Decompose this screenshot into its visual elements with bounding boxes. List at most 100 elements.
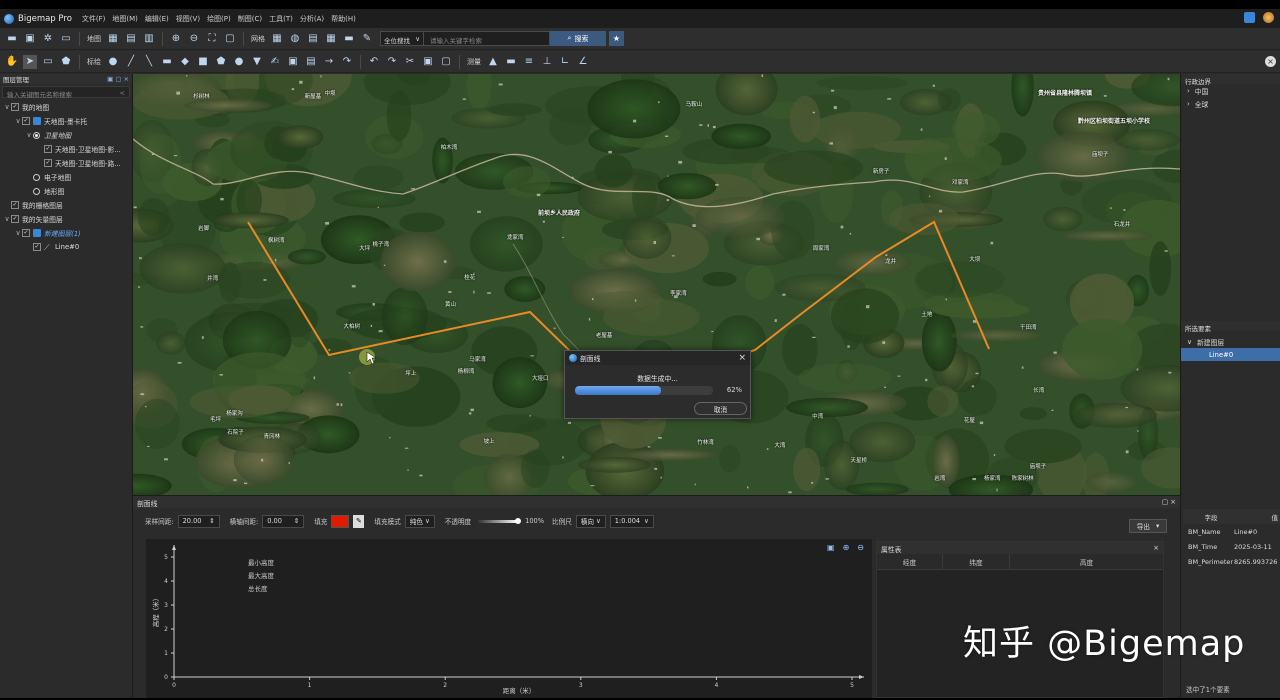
fill-color-swatch[interactable] xyxy=(331,515,349,528)
pan-hand-icon[interactable]: ✋ xyxy=(5,55,19,69)
grid-table2-icon[interactable]: ▦ xyxy=(324,32,338,46)
folder-icon[interactable]: ▬ xyxy=(342,32,356,46)
measure-angle-icon[interactable]: ∟ xyxy=(558,55,572,69)
chevron-down-icon[interactable]: ∨ xyxy=(14,229,22,237)
layer-radio[interactable] xyxy=(33,188,40,195)
panel-window-icon[interactable]: ▢ × xyxy=(1162,498,1176,506)
field-row[interactable]: BM_Perimeter8265.993726 xyxy=(1183,554,1280,569)
menu-draw[interactable]: 绘图(P) xyxy=(207,14,231,24)
menu-help[interactable]: 帮助(H) xyxy=(331,14,356,24)
scale-value-select[interactable]: 1:0.004∨ xyxy=(610,515,654,528)
select-rect-icon[interactable]: ▭ xyxy=(41,55,55,69)
chart-zoom-out-icon[interactable]: ⊖ xyxy=(857,543,864,552)
zoom-extent-icon[interactable]: ⛶ xyxy=(205,32,219,46)
spinner-icon[interactable]: ⇕ xyxy=(209,517,215,525)
menu-analysis[interactable]: 分析(A) xyxy=(300,14,324,24)
h-spacing-input[interactable]: 0.00⇕ xyxy=(262,515,304,528)
opacity-slider[interactable] xyxy=(478,520,518,523)
globe-icon[interactable]: ◍ xyxy=(288,32,302,46)
measure-distance-icon[interactable]: ▬ xyxy=(504,55,518,69)
chevron-down-icon[interactable]: ∨ xyxy=(3,103,11,111)
point-marker-icon[interactable]: ● xyxy=(106,55,120,69)
field-row[interactable]: BM_NameLine#0 xyxy=(1183,524,1280,539)
color-picker-icon[interactable]: ✎ xyxy=(353,515,364,528)
line-icon[interactable]: ╲ xyxy=(142,55,156,69)
selected-item-line0[interactable]: Line#0 xyxy=(1181,348,1280,361)
cancel-button[interactable]: 取消 xyxy=(694,402,747,415)
settings-gear-icon[interactable]: ✲ xyxy=(41,32,55,46)
circle-icon[interactable]: ● xyxy=(232,55,246,69)
redo-icon[interactable]: ↷ xyxy=(385,55,399,69)
layer-tree-item[interactable]: ∨✓我的地图 xyxy=(0,100,132,114)
layer-tree-item[interactable]: ∨卫星地图 xyxy=(0,128,132,142)
layer-tree-item[interactable]: ∨✓我的矢量图层 xyxy=(0,212,132,226)
search-scope-select[interactable]: 全位搜找∨ xyxy=(380,31,424,46)
layer-tree-item[interactable]: ✓⟋Line#0 xyxy=(0,240,132,254)
layer-checkbox[interactable]: ✓ xyxy=(11,215,19,223)
menu-map[interactable]: 地图(M) xyxy=(112,14,138,24)
chevron-down-icon[interactable]: ∨ xyxy=(3,215,11,223)
layer-checkbox[interactable]: ✓ xyxy=(11,201,19,209)
layer-checkbox[interactable]: ✓ xyxy=(44,159,52,167)
edit-icon[interactable]: ▣ xyxy=(286,55,300,69)
triangle-icon[interactable]: ▼ xyxy=(250,55,264,69)
layer-tree-item[interactable]: ∨✓新建图层(1) xyxy=(0,226,132,240)
grid-table-icon[interactable]: ▤ xyxy=(306,32,320,46)
fill-mode-select[interactable]: 纯色∨ xyxy=(405,515,435,528)
grid-icon[interactable]: ▦ xyxy=(270,32,284,46)
open-folder-icon[interactable]: ▬ xyxy=(5,32,19,46)
zoom-in-icon[interactable]: ⊕ xyxy=(169,32,183,46)
eraser-icon[interactable]: ◆ xyxy=(178,55,192,69)
screen-icon[interactable]: ▭ xyxy=(59,32,73,46)
map-overlay-icon[interactable]: ▥ xyxy=(142,32,156,46)
map-view[interactable]: 老屋基大坪新屋基土地陈家树林柏木湾中山坡黄山杨柳湾龙井大坝马鞍山杉树林岩湾桂花中… xyxy=(133,74,1180,495)
cut-icon[interactable]: ✂ xyxy=(403,55,417,69)
layer-tree-item[interactable]: 地形图 xyxy=(0,184,132,198)
message-icon[interactable] xyxy=(1244,12,1255,23)
panel-close-icon[interactable]: × xyxy=(1265,56,1276,67)
save-icon[interactable]: ▣ xyxy=(23,32,37,46)
panel-options-icon[interactable]: ▣ ▢ × xyxy=(107,75,129,83)
measure-area-icon[interactable]: ≡ xyxy=(522,55,536,69)
arrow-icon[interactable]: → xyxy=(322,55,336,69)
layer-checkbox[interactable]: ✓ xyxy=(33,243,41,251)
fullscreen-icon[interactable]: ▢ xyxy=(223,32,237,46)
sample-spacing-input[interactable]: 20.00⇕ xyxy=(178,515,220,528)
layer-tree-item[interactable]: 电子地图 xyxy=(0,170,132,184)
copy-icon[interactable]: ▣ xyxy=(421,55,435,69)
scale-direction-select[interactable]: 横向∨ xyxy=(576,515,606,528)
layer-tree-item[interactable]: ∨✓天地图-墨卡托 xyxy=(0,114,132,128)
spinner-icon[interactable]: ⇕ xyxy=(294,517,300,525)
layer-checkbox[interactable]: ✓ xyxy=(22,229,30,237)
close-icon[interactable]: × xyxy=(1153,544,1159,552)
layer-tree-item[interactable]: ✓我的栅格图层 xyxy=(0,198,132,212)
map-layer-icon[interactable]: ▤ xyxy=(124,32,138,46)
measure-point-icon[interactable]: ▲ xyxy=(486,55,500,69)
menu-cartography[interactable]: 制图(C) xyxy=(238,14,262,24)
menu-file[interactable]: 文件(F) xyxy=(82,14,106,24)
polyline-icon[interactable]: ╱ xyxy=(124,55,138,69)
layer-filter-input[interactable]: 输入关键图元名称搜索< xyxy=(2,86,130,98)
menu-edit[interactable]: 编辑(E) xyxy=(145,14,169,24)
zoom-out-icon[interactable]: ⊖ xyxy=(187,32,201,46)
select-arrow-icon[interactable]: ➤ xyxy=(23,55,37,69)
field-row[interactable]: BM_Time2025-03-11 xyxy=(1183,539,1280,554)
search-button[interactable]: ⌕搜索 xyxy=(550,31,606,46)
measure-height-icon[interactable]: ⊥ xyxy=(540,55,554,69)
paste-icon[interactable]: ▢ xyxy=(439,55,453,69)
admin-item-global[interactable]: ›全球 xyxy=(1181,97,1280,110)
layer-radio[interactable] xyxy=(33,132,40,139)
square-icon[interactable]: ■ xyxy=(196,55,210,69)
chevron-down-icon[interactable]: ∨ xyxy=(25,131,33,139)
layer-radio[interactable] xyxy=(33,174,40,181)
chart-zoom-in-icon[interactable]: ⊕ xyxy=(843,543,850,552)
select-poly-icon[interactable]: ⬟ xyxy=(59,55,73,69)
layer-checkbox[interactable]: ✓ xyxy=(44,145,52,153)
menu-view[interactable]: 视图(V) xyxy=(176,14,200,24)
text-icon[interactable]: ✍ xyxy=(268,55,282,69)
brush-icon[interactable]: ✎ xyxy=(360,32,374,46)
style-icon[interactable]: ▤ xyxy=(304,55,318,69)
layer-tree-item[interactable]: ✓天地图-卫星地图-影... xyxy=(0,142,132,156)
measure-azimuth-icon[interactable]: ∠ xyxy=(576,55,590,69)
dialog-close-icon[interactable]: × xyxy=(738,353,746,363)
